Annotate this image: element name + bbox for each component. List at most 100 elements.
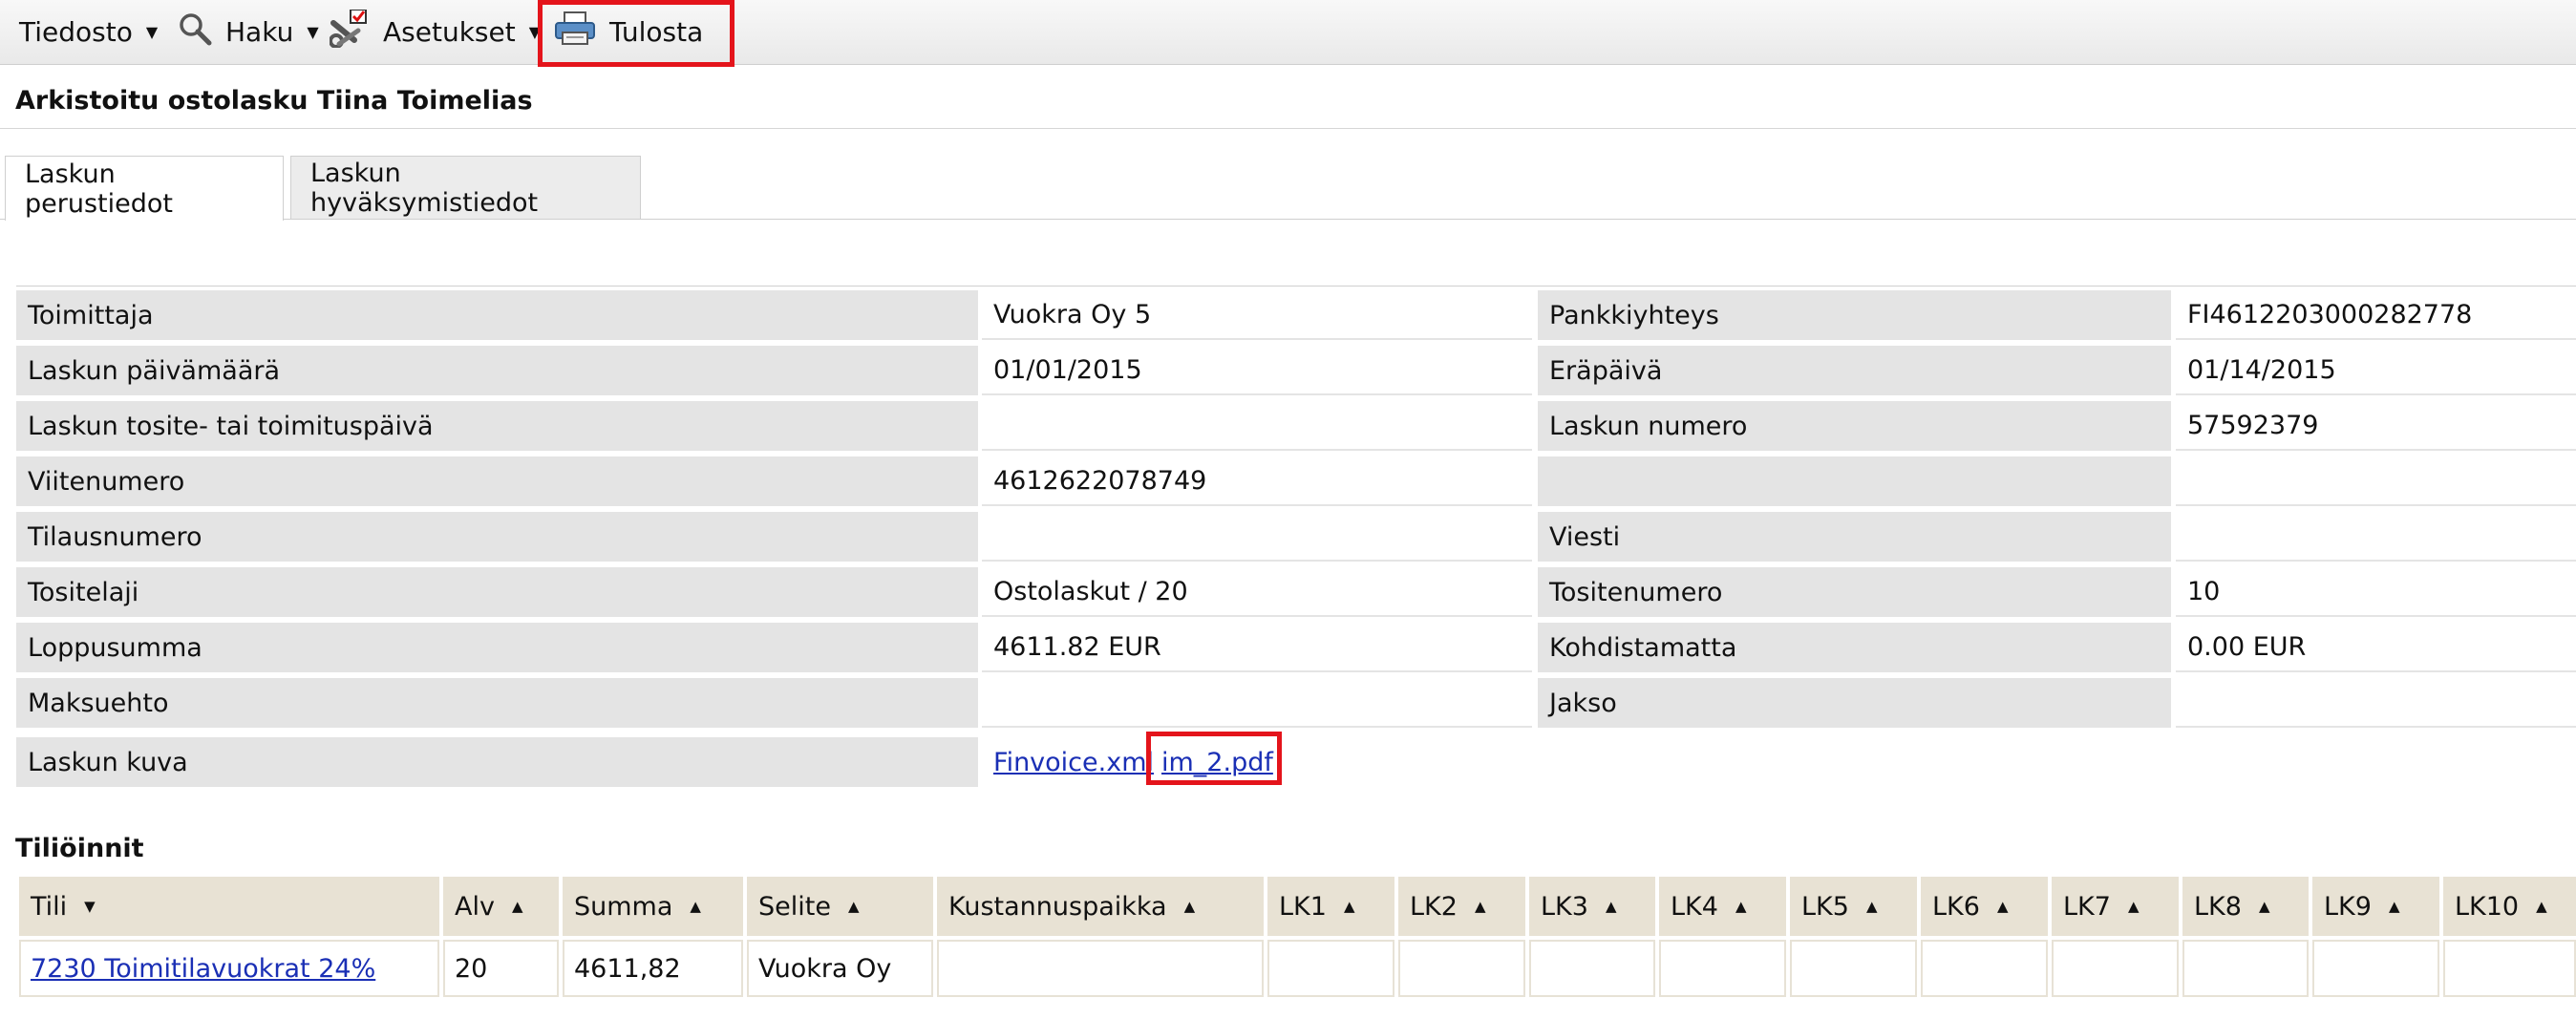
sort-asc-icon: ▲ bbox=[1343, 898, 1355, 915]
sort-asc-icon: ▲ bbox=[1735, 898, 1747, 915]
accounting-title: Tiliöinnit bbox=[15, 834, 144, 863]
column-header-alv[interactable]: Alv ▲ bbox=[443, 877, 559, 936]
sort-asc-icon: ▲ bbox=[1183, 898, 1196, 915]
settings-menu-label: Asetukset bbox=[383, 16, 516, 48]
column-header-lk10[interactable]: LK10 ▲ bbox=[2443, 877, 2576, 936]
tools-icon bbox=[329, 9, 370, 54]
column-header-label: Alv bbox=[455, 891, 495, 922]
detail-value: FI4612203000282778 bbox=[2176, 290, 2576, 340]
column-header-summa[interactable]: Summa ▲ bbox=[563, 877, 743, 936]
column-header-kustannuspaikka[interactable]: Kustannuspaikka ▲ bbox=[937, 877, 1264, 936]
column-header-label: Kustannuspaikka bbox=[948, 891, 1167, 922]
column-header-label: LK4 bbox=[1671, 891, 1718, 922]
table-cell bbox=[937, 940, 1264, 997]
file-menu[interactable]: Tiedosto ▼ bbox=[19, 0, 158, 64]
column-header-label: Summa bbox=[574, 891, 673, 922]
detail-label: Tilausnumero bbox=[16, 512, 978, 562]
detail-label: Laskun tosite- tai toimituspäivä bbox=[16, 401, 978, 451]
print-highlight-box bbox=[538, 0, 734, 67]
tab-invoice-approval-info[interactable]: Laskun hyväksymistiedot bbox=[290, 156, 641, 219]
column-header-label: LK5 bbox=[1801, 891, 1849, 922]
table-cell bbox=[1790, 940, 1917, 997]
sort-desc-icon: ▼ bbox=[84, 898, 96, 915]
column-header-label: LK2 bbox=[1410, 891, 1458, 922]
page-title: Arkistoitu ostolasku Tiina Toimelias bbox=[15, 86, 533, 116]
sort-asc-icon: ▲ bbox=[847, 898, 860, 915]
column-header-lk4[interactable]: LK4 ▲ bbox=[1659, 877, 1786, 936]
column-header-selite[interactable]: Selite ▲ bbox=[747, 877, 933, 936]
detail-label: Laskun kuva bbox=[16, 737, 978, 787]
search-icon bbox=[178, 11, 212, 53]
column-header-label: LK6 bbox=[1932, 891, 1980, 922]
file-menu-label: Tiedosto bbox=[19, 16, 133, 48]
detail-value: 0.00 EUR bbox=[2176, 623, 2576, 672]
toolbar: Tiedosto ▼ Haku ▼ Asetukset ▼ Tulosta bbox=[0, 0, 2576, 65]
detail-value: 4611.82 EUR bbox=[982, 623, 1532, 672]
detail-value bbox=[2176, 456, 2576, 506]
column-header-label: Tili bbox=[31, 891, 68, 922]
table-cell: Vuokra Oy bbox=[747, 940, 933, 997]
detail-label: Laskun päivämäärä bbox=[16, 346, 978, 395]
detail-label: Tositelaji bbox=[16, 567, 978, 617]
column-header-lk5[interactable]: LK5 ▲ bbox=[1790, 877, 1917, 936]
search-menu[interactable]: Haku ▼ bbox=[178, 0, 319, 64]
column-header-label: LK10 bbox=[2455, 891, 2520, 922]
column-header-label: LK8 bbox=[2194, 891, 2242, 922]
detail-value bbox=[982, 512, 1532, 562]
detail-value: 10 bbox=[2176, 567, 2576, 617]
table-cell bbox=[2182, 940, 2309, 997]
detail-label bbox=[1538, 456, 2171, 506]
details-top-border bbox=[16, 286, 2576, 289]
detail-label: Viesti bbox=[1538, 512, 2171, 562]
detail-value bbox=[982, 678, 1532, 728]
detail-label: Kohdistamatta bbox=[1538, 623, 2171, 672]
chevron-down-icon: ▼ bbox=[307, 23, 319, 41]
column-header-label: LK7 bbox=[2063, 891, 2111, 922]
sort-asc-icon: ▲ bbox=[2388, 898, 2400, 915]
column-header-lk3[interactable]: LK3 ▲ bbox=[1529, 877, 1655, 936]
column-header-tili[interactable]: Tili ▼ bbox=[19, 877, 439, 936]
divider bbox=[0, 128, 2576, 129]
detail-value bbox=[2176, 678, 2576, 728]
sort-asc-icon: ▲ bbox=[1605, 898, 1617, 915]
table-cell bbox=[1398, 940, 1525, 997]
table-cell bbox=[2443, 940, 2576, 997]
detail-label: Maksuehto bbox=[16, 678, 978, 728]
sort-asc-icon: ▲ bbox=[511, 898, 523, 915]
tab-divider bbox=[0, 219, 2576, 220]
sort-asc-icon: ▲ bbox=[1474, 898, 1486, 915]
detail-label: Viitenumero bbox=[16, 456, 978, 506]
detail-value: Vuokra Oy 5 bbox=[982, 290, 1532, 340]
column-header-label: LK9 bbox=[2324, 891, 2372, 922]
sort-asc-icon: ▲ bbox=[1996, 898, 2009, 915]
column-header-lk9[interactable]: LK9 ▲ bbox=[2312, 877, 2439, 936]
table-cell: 7230 Toimitilavuokrat 24% bbox=[19, 940, 439, 997]
detail-value: 4612622078749 bbox=[982, 456, 1532, 506]
column-header-label: LK1 bbox=[1279, 891, 1327, 922]
detail-value: 01/01/2015 bbox=[982, 346, 1532, 395]
pdf-link-highlight-box bbox=[1146, 732, 1282, 785]
detail-value: Ostolaskut / 20 bbox=[982, 567, 1532, 617]
account-link[interactable]: 7230 Toimitilavuokrat 24% bbox=[31, 954, 375, 984]
table-cell bbox=[1921, 940, 2048, 997]
column-header-lk6[interactable]: LK6 ▲ bbox=[1921, 877, 2048, 936]
detail-label: Loppusumma bbox=[16, 623, 978, 672]
table-cell bbox=[1267, 940, 1394, 997]
tab-invoice-basic-info[interactable]: Laskun perustiedot bbox=[5, 156, 284, 221]
table-cell bbox=[2052, 940, 2179, 997]
column-header-lk1[interactable]: LK1 ▲ bbox=[1267, 877, 1394, 936]
column-header-lk2[interactable]: LK2 ▲ bbox=[1398, 877, 1525, 936]
finvoice-xml-link[interactable]: Finvoice.xml bbox=[993, 748, 1154, 777]
detail-value: 01/14/2015 bbox=[2176, 346, 2576, 395]
column-header-lk7[interactable]: LK7 ▲ bbox=[2052, 877, 2179, 936]
detail-label: Tositenumero bbox=[1538, 567, 2171, 617]
table-cell bbox=[1529, 940, 1655, 997]
column-header-lk8[interactable]: LK8 ▲ bbox=[2182, 877, 2309, 936]
detail-label: Toimittaja bbox=[16, 290, 978, 340]
detail-value: 57592379 bbox=[2176, 401, 2576, 451]
detail-value bbox=[2176, 512, 2576, 562]
sort-asc-icon: ▲ bbox=[2258, 898, 2270, 915]
detail-value bbox=[982, 401, 1532, 451]
table-cell: 4611,82 bbox=[563, 940, 743, 997]
settings-menu[interactable]: Asetukset ▼ bbox=[329, 0, 541, 64]
